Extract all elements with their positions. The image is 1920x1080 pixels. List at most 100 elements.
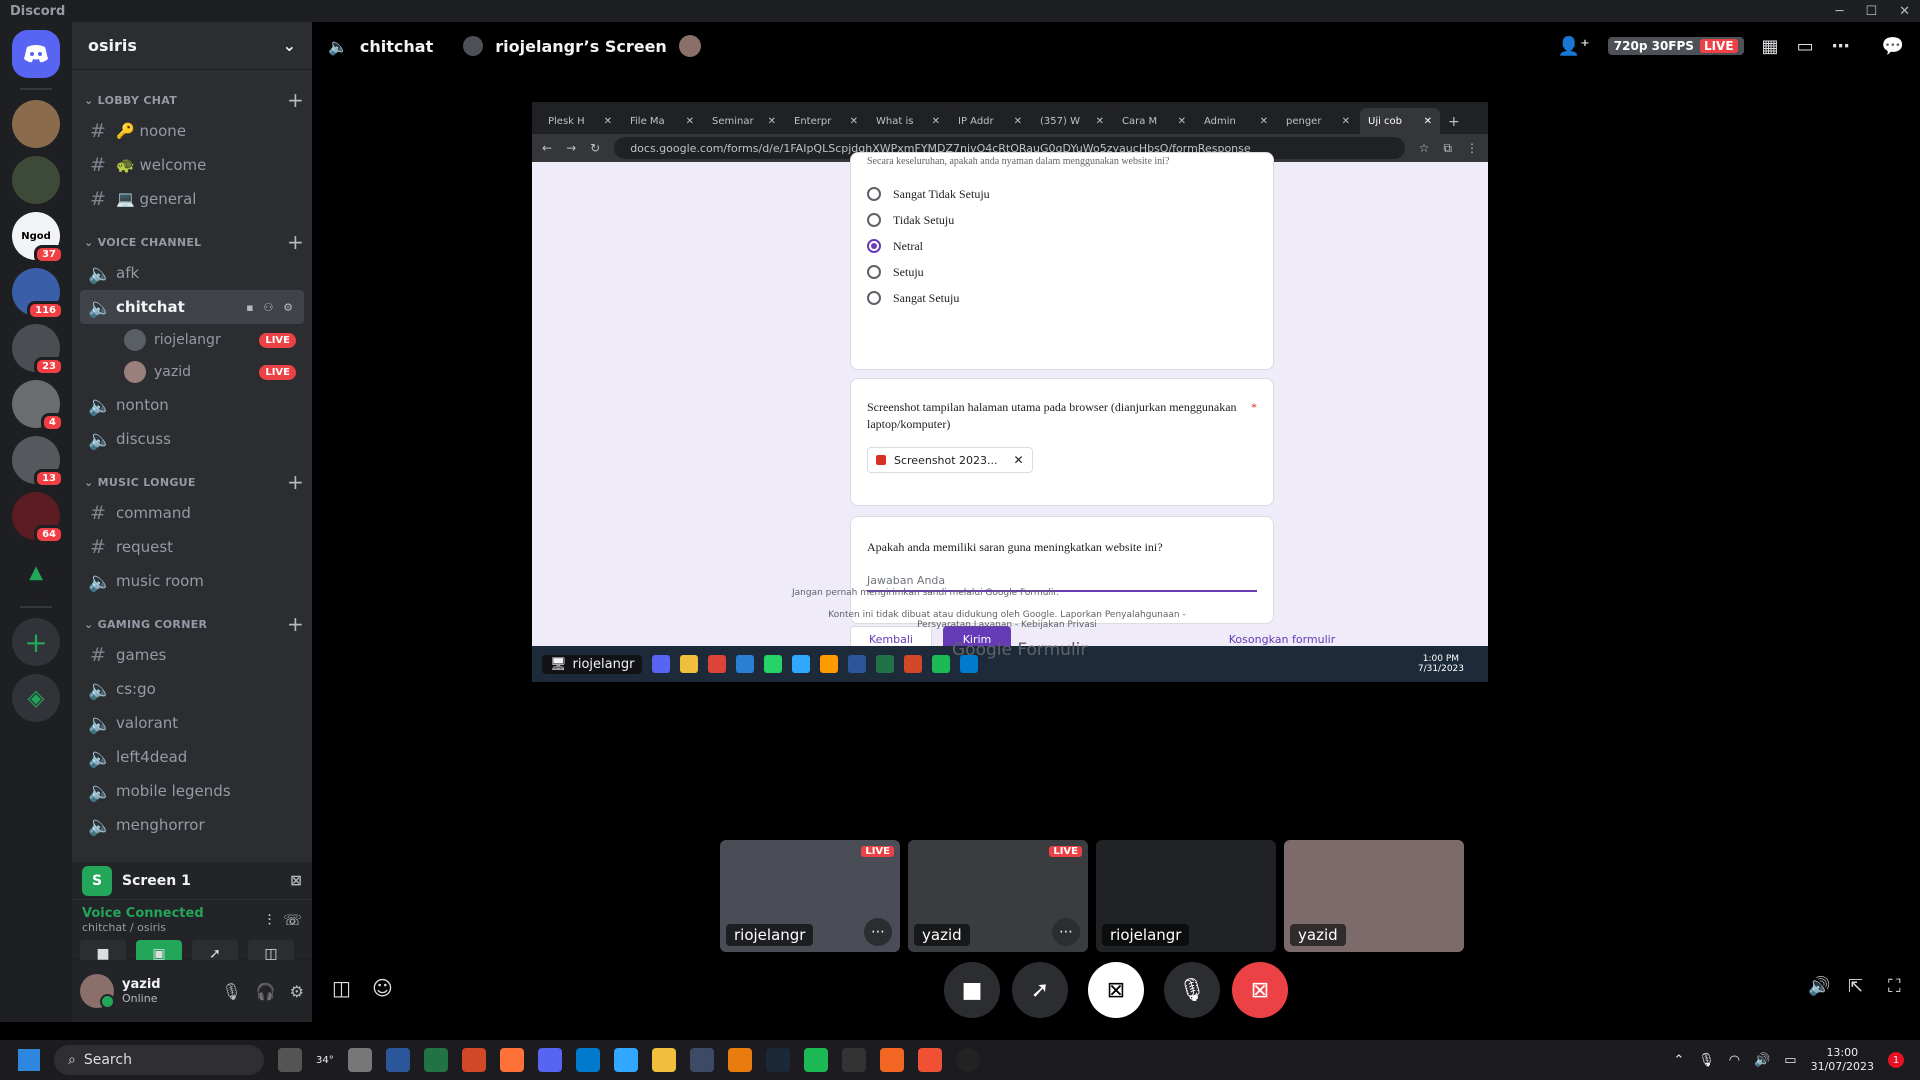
settings-app-icon[interactable] — [347, 1048, 372, 1072]
browser-tab[interactable]: penger ✕ — [1278, 108, 1358, 134]
server-icon[interactable]: ▲ — [12, 548, 60, 596]
server-icon[interactable] — [12, 156, 60, 204]
radio-option[interactable]: Tidak Setuju — [851, 207, 1273, 233]
text-channel-request[interactable]: # request — [80, 530, 304, 564]
text-channel-general[interactable]: # 💻 general — [80, 182, 304, 216]
browser-tab-active[interactable]: Uji cob ✕ — [1360, 108, 1440, 134]
voice-channel-valorant[interactable]: 🔈 valorant — [80, 706, 304, 740]
explore-compass-icon[interactable]: ◈ — [12, 674, 60, 722]
browser-tab[interactable]: Seminar ✕ — [704, 108, 784, 134]
browser-tab[interactable]: Enterpr ✕ — [786, 108, 866, 134]
excel-app-icon[interactable] — [423, 1048, 448, 1072]
notification-badge[interactable]: 1 — [1888, 1052, 1904, 1068]
text-channel-noone[interactable]: # 🔑 noone — [80, 114, 304, 148]
server-icon[interactable]: 23 — [12, 324, 64, 376]
volume-icon[interactable]: 🔊 — [1808, 976, 1830, 997]
blender-app-icon[interactable] — [727, 1048, 752, 1072]
weather-widget[interactable]: 34° — [316, 1055, 334, 1066]
microphone-icon[interactable]: 🎙 — [1698, 1053, 1715, 1068]
minimize-button[interactable]: ─ — [1836, 4, 1844, 19]
screen-share-row[interactable]: S Screen 1 ⊠ — [72, 862, 312, 900]
disconnect-icon[interactable]: ☏ — [283, 911, 302, 929]
terminal-app-icon[interactable] — [841, 1048, 866, 1072]
popout-window-icon[interactable]: ▭ — [1797, 36, 1814, 57]
app-icon[interactable] — [955, 1048, 980, 1072]
noise-suppression-icon[interactable]: ⫶ — [267, 911, 271, 929]
radio-circle-icon[interactable] — [867, 291, 881, 305]
radio-circle-icon[interactable] — [867, 265, 881, 279]
chat-icon[interactable]: 💬 — [1882, 36, 1904, 57]
taskbar-clock[interactable]: 13:00 31/07/2023 — [1811, 1046, 1874, 1074]
fullscreen-icon[interactable]: ⛶ — [1888, 976, 1901, 997]
close-stream-icon[interactable]: ⊠ — [290, 873, 302, 889]
volume-icon[interactable]: 🔊 — [1754, 1053, 1770, 1068]
voice-channel-menghorror[interactable]: 🔈 menghorror — [80, 808, 304, 842]
back-icon[interactable]: ← — [542, 141, 552, 155]
voice-user-riojelangr[interactable]: riojelangr LIVE — [80, 324, 304, 356]
close-button[interactable]: ✕ — [1899, 4, 1910, 19]
browser-tab[interactable]: Plesk H ✕ — [540, 108, 620, 134]
browser-tab[interactable]: File Ma ✕ — [622, 108, 702, 134]
windows-start-icon[interactable] — [18, 1049, 40, 1071]
wifi-icon[interactable]: ◠ — [1729, 1053, 1740, 1068]
radio-circle-icon[interactable] — [867, 187, 881, 201]
more-options-icon[interactable]: ⋯ — [1052, 918, 1080, 946]
category-gaming-corner[interactable]: ⌄ GAMING CORNER + — [80, 612, 304, 636]
server-icon[interactable]: 13 — [12, 436, 64, 488]
voice-connected-status[interactable]: Voice Connected — [82, 906, 204, 921]
more-options-icon[interactable]: ⋯ — [864, 918, 892, 946]
remove-file-icon[interactable]: ✕ — [1014, 453, 1024, 467]
more-options-icon[interactable]: ⋯ — [1832, 36, 1850, 57]
stream-tile-riojelangr[interactable]: LIVE riojelangr ⋯ — [720, 840, 900, 952]
text-channel-games[interactable]: # games — [80, 638, 304, 672]
maximize-button[interactable]: ☐ — [1865, 4, 1877, 19]
battery-icon[interactable]: ▭ — [1784, 1053, 1796, 1068]
popout-icon[interactable]: ⇱ — [1848, 976, 1863, 997]
form-disclaimer[interactable]: Konten ini tidak dibuat atau didukung ol… — [802, 610, 1212, 630]
chevron-up-icon[interactable]: ⌃ — [1673, 1053, 1684, 1068]
voice-user-yazid[interactable]: yazid LIVE — [80, 356, 304, 388]
add-channel-icon[interactable]: + — [287, 612, 304, 636]
voice-channel-discuss[interactable]: 🔈 discuss — [80, 422, 304, 456]
extensions-icon[interactable]: ⧉ — [1443, 141, 1452, 156]
category-music-longue[interactable]: ⌄ MUSIC LONGUE + — [80, 470, 304, 494]
uploaded-file-chip[interactable]: Screenshot 2023... ✕ — [867, 447, 1033, 473]
vscode-app-icon[interactable] — [575, 1048, 600, 1072]
voice-channel-music-room[interactable]: 🔈 music room — [80, 564, 304, 598]
activity-rocket-button[interactable]: ➚ — [1012, 962, 1068, 1018]
file-explorer-icon[interactable] — [651, 1048, 676, 1072]
stop-stream-button[interactable]: ⊠ — [1088, 962, 1144, 1018]
stream-tile-yazid[interactable]: LIVE yazid ⋯ — [908, 840, 1088, 952]
steam-app-icon[interactable] — [765, 1048, 790, 1072]
server-header[interactable]: osiris ⌄ — [72, 22, 312, 70]
text-channel-welcome[interactable]: # 🐢 welcome — [80, 148, 304, 182]
radio-option-selected[interactable]: Netral — [851, 233, 1273, 259]
word-app-icon[interactable] — [385, 1048, 410, 1072]
browser-menu-icon[interactable]: ⋮ — [1466, 141, 1478, 155]
user-tile-riojelangr[interactable]: riojelangr — [1096, 840, 1276, 952]
radio-option[interactable]: Setuju — [851, 259, 1273, 285]
reload-icon[interactable]: ↻ — [590, 141, 600, 155]
text-channel-command[interactable]: # command — [80, 496, 304, 530]
server-icon-ngod[interactable]: Ngod 37 — [12, 212, 64, 264]
emoji-icon[interactable]: ☺ — [372, 976, 393, 1000]
firefox-app-icon[interactable] — [499, 1048, 524, 1072]
category-lobby-chat[interactable]: ⌄ LOBBY CHAT + — [80, 88, 304, 112]
powerpoint-app-icon[interactable] — [461, 1048, 486, 1072]
browser-tab[interactable]: IP Addr ✕ — [950, 108, 1030, 134]
git-app-icon[interactable] — [917, 1048, 942, 1072]
server-icon[interactable]: 4 — [12, 380, 64, 432]
add-channel-icon[interactable]: + — [287, 230, 304, 254]
shared-screen[interactable]: Plesk H ✕ File Ma ✕ Seminar ✕ Enterpr ✕ What… — [532, 102, 1488, 682]
discord-home-icon[interactable] — [12, 30, 60, 78]
voice-channel-nonton[interactable]: 🔈 nonton — [80, 388, 304, 422]
user-tile-yazid[interactable]: yazid — [1284, 840, 1464, 952]
server-icon[interactable]: 64 — [12, 492, 64, 544]
camera-button[interactable]: ■ — [944, 962, 1000, 1018]
taskbar-search[interactable]: ⌕ Search — [54, 1045, 264, 1075]
server-icon[interactable] — [12, 100, 60, 148]
radio-selected-icon[interactable] — [867, 239, 881, 253]
voice-channel-afk[interactable]: 🔈 afk — [80, 256, 304, 290]
voice-channel-mobile-legends[interactable]: 🔈 mobile legends — [80, 774, 304, 808]
radio-option[interactable]: Sangat Tidak Setuju — [851, 181, 1273, 207]
